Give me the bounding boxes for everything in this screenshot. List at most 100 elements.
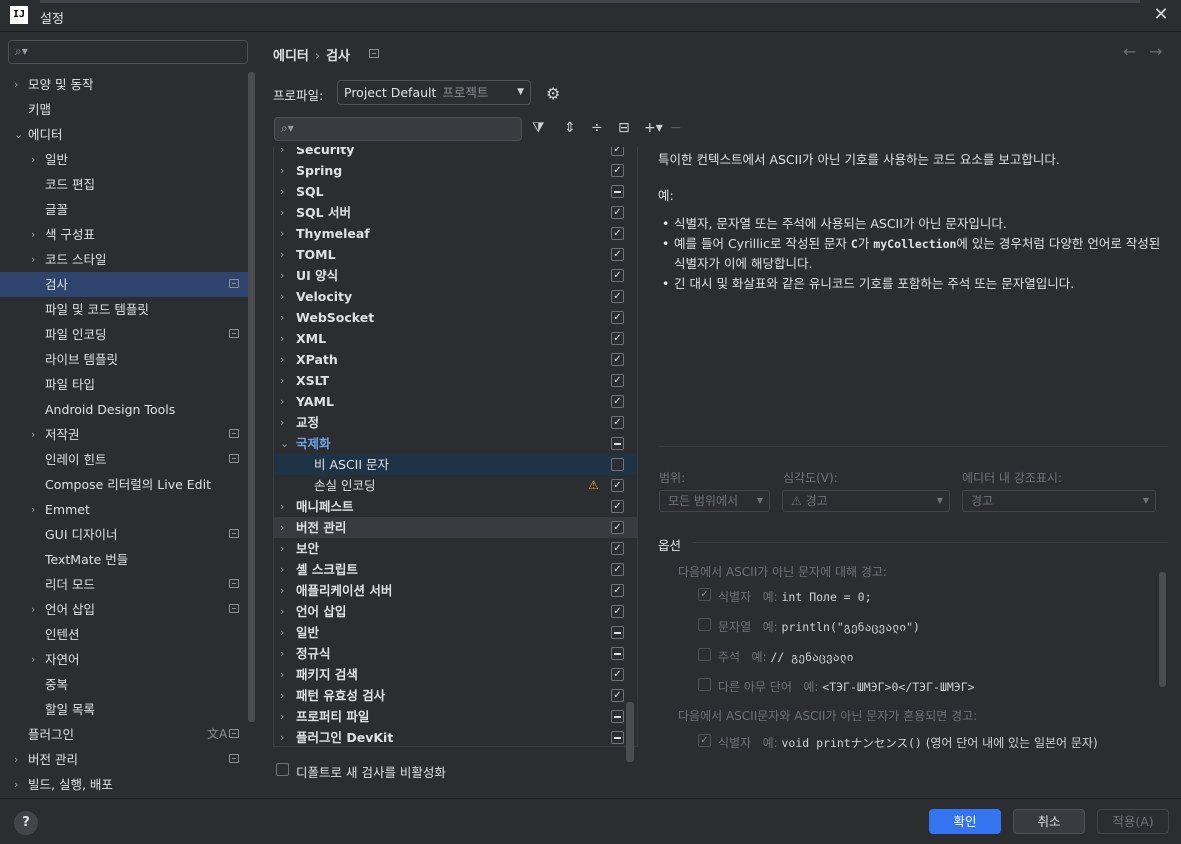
chevron-right-icon[interactable]: › [280,349,284,370]
inspection-row[interactable]: › 교정 ✓ [274,412,637,433]
inspection-row[interactable]: › 셸 스크립트 ✓ [274,559,637,580]
sidebar-item[interactable]: 인레이 힌트 [0,447,248,472]
inspection-checkbox[interactable] [611,185,624,198]
back-arrow-icon[interactable]: ← [1123,42,1136,61]
severity-select[interactable]: ⚠ 경고 ▼ [782,490,950,512]
inspection-row[interactable]: › 버전 관리 ✓ [274,517,637,538]
inspection-checkbox[interactable] [611,458,624,471]
sidebar-item[interactable]: › 자연어 [0,647,248,672]
sidebar-item[interactable]: › 버전 관리 [0,747,248,772]
chevron-right-icon[interactable]: › [280,496,284,517]
apply-button[interactable]: 적용(A) [1097,809,1169,834]
inspection-tree-scrollbar[interactable] [626,702,634,762]
filter-icon[interactable]: ⧩ [532,120,545,136]
inspection-row[interactable]: 손실 인코딩 ⚠ ✓ [274,475,637,496]
chevron-right-icon[interactable]: › [280,202,284,223]
forward-arrow-icon[interactable]: → [1149,42,1162,61]
chevron-right-icon[interactable]: › [280,328,284,349]
sidebar-item[interactable]: 중복 [0,672,248,697]
inspection-checkbox[interactable]: ✓ [611,563,624,576]
inspection-row[interactable]: › 플러그인 DevKit [274,727,637,746]
sidebar-item[interactable]: TextMate 번들 [0,547,248,572]
inspection-checkbox[interactable]: ✓ [611,521,624,534]
help-button[interactable]: ? [14,811,38,835]
inspection-row[interactable]: › 애플리케이션 서버 ✓ [274,580,637,601]
chevron-down-icon[interactable]: ⌄ [14,122,23,147]
options-scrollbar[interactable] [1159,572,1166,687]
chevron-right-icon[interactable]: › [280,538,284,559]
inspection-checkbox[interactable]: ✓ [611,248,624,261]
chevron-right-icon[interactable]: › [14,72,18,97]
comment-checkbox[interactable] [698,648,711,661]
inspection-row[interactable]: › Velocity ✓ [274,286,637,307]
inspection-search-input[interactable]: ⌕▾ [274,117,522,141]
chevron-down-icon[interactable]: ⌄ [280,433,289,454]
inspection-checkbox[interactable] [611,647,624,660]
sidebar-item[interactable]: 검사 [0,272,248,297]
chevron-right-icon[interactable]: › [280,181,284,202]
sidebar-item[interactable]: › 일반 [0,147,248,172]
chevron-right-icon[interactable]: › [280,559,284,580]
sidebar-item[interactable]: › 코드 스타일 [0,247,248,272]
chevron-right-icon[interactable]: › [14,747,18,772]
inspection-checkbox[interactable]: ✓ [611,374,624,387]
inspection-checkbox[interactable]: ✓ [611,147,624,156]
inspection-row[interactable]: › WebSocket ✓ [274,307,637,328]
chevron-right-icon[interactable]: › [280,517,284,538]
sidebar-item[interactable]: 글꼴 [0,197,248,222]
inspection-row[interactable]: ⌄ 국제화 [274,433,637,454]
chevron-right-icon[interactable]: › [280,223,284,244]
sidebar-item[interactable]: › 언어 삽입 [0,597,248,622]
inspection-checkbox[interactable] [611,731,624,744]
chevron-right-icon[interactable]: › [31,247,35,272]
inspection-row[interactable]: › SQL 서버 ✓ [274,202,637,223]
chevron-right-icon[interactable]: › [280,307,284,328]
add-icon[interactable]: +▾ [644,120,663,136]
ok-button[interactable]: 확인 [929,809,1001,834]
chevron-right-icon[interactable]: › [280,370,284,391]
chevron-right-icon[interactable]: › [31,597,35,622]
inspection-checkbox[interactable]: ✓ [611,332,624,345]
chevron-right-icon[interactable]: › [31,147,35,172]
inspection-row[interactable]: › 패키지 검색 ✓ [274,664,637,685]
sidebar-item[interactable]: › 저작권 [0,422,248,447]
gear-icon[interactable]: ⚙ [546,84,560,103]
chevron-right-icon[interactable]: › [280,622,284,643]
inspection-checkbox[interactable] [611,626,624,639]
sidebar-item[interactable]: 파일 타입 [0,372,248,397]
chevron-right-icon[interactable]: › [14,772,18,797]
inspection-checkbox[interactable]: ✓ [611,584,624,597]
chevron-right-icon[interactable]: › [31,222,35,247]
chevron-right-icon[interactable]: › [280,706,284,727]
inspection-checkbox[interactable]: ✓ [611,290,624,303]
string-checkbox[interactable] [698,618,711,631]
sidebar-item[interactable]: 라이브 템플릿 [0,347,248,372]
inspection-row[interactable]: › XML ✓ [274,328,637,349]
chevron-right-icon[interactable]: › [31,422,35,447]
chevron-right-icon[interactable]: › [280,580,284,601]
sidebar-item[interactable]: › 모양 및 동작 [0,72,248,97]
inspection-row[interactable]: › 패턴 유효성 검사 ✓ [274,685,637,706]
inspection-checkbox[interactable]: ✓ [611,269,624,282]
inspection-row[interactable]: › YAML ✓ [274,391,637,412]
inspection-row[interactable]: › 일반 [274,622,637,643]
mixed-identifier-checkbox[interactable]: ✓ [698,734,711,747]
inspection-checkbox[interactable]: ✓ [611,689,624,702]
inspection-checkbox[interactable]: ✓ [611,416,624,429]
inspection-checkbox[interactable] [611,437,624,450]
any-word-checkbox[interactable] [698,678,711,691]
sidebar-item[interactable]: 코드 편집 [0,172,248,197]
inspection-checkbox[interactable]: ✓ [611,164,624,177]
disable-new-inspections-checkbox[interactable] [276,763,289,776]
inspection-row[interactable]: › Thymeleaf ✓ [274,223,637,244]
chevron-right-icon[interactable]: › [31,647,35,672]
inspection-checkbox[interactable]: ✓ [611,668,624,681]
chevron-right-icon[interactable]: › [280,391,284,412]
sidebar-item[interactable]: 플러그인 文A [0,722,248,747]
breadcrumb-editor[interactable]: 에디터 [273,49,309,64]
chevron-right-icon[interactable]: › [280,664,284,685]
inspection-checkbox[interactable]: ✓ [611,227,624,240]
chevron-right-icon[interactable]: › [280,643,284,664]
scope-select[interactable]: 모든 범위에서 ▼ [659,490,770,512]
chevron-right-icon[interactable]: › [280,727,284,746]
